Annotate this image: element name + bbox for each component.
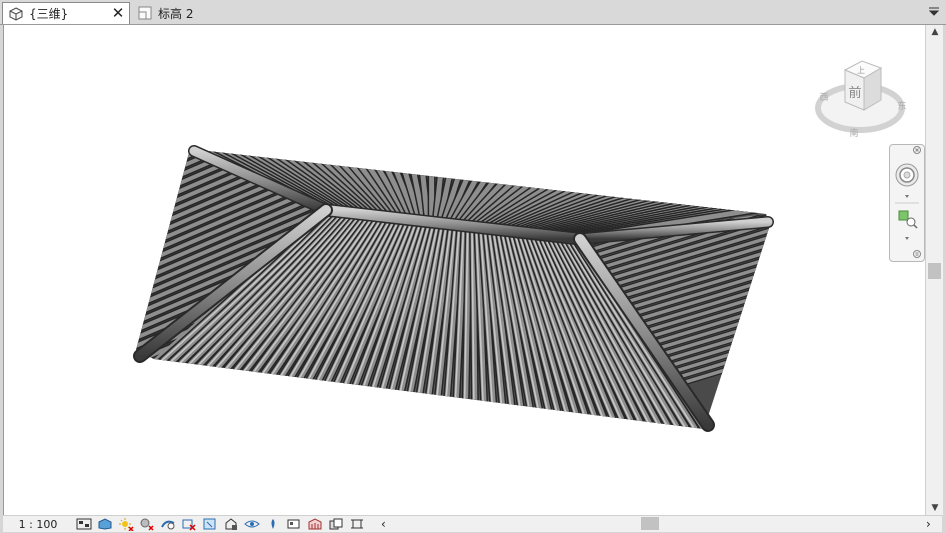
steering-wheel-icon[interactable]	[895, 163, 919, 187]
roof-tile	[564, 125, 794, 195]
analytical-model-icon[interactable]	[304, 517, 325, 531]
scroll-right-icon[interactable]: ›	[926, 516, 936, 532]
compass-west-label: 西	[819, 92, 828, 103]
sun-path-icon[interactable]	[115, 517, 136, 531]
tab-3d-view-label: {三维}	[29, 7, 69, 21]
3d-view-icon	[8, 6, 24, 22]
visual-style-icon[interactable]	[94, 517, 115, 531]
viewcube-top-label: 上	[857, 66, 865, 75]
roof-tile	[564, 132, 794, 202]
vertical-scrollbar[interactable]: ▲ ▼	[925, 25, 943, 515]
view-control-bar: 1 : 100 ‹ ›	[3, 515, 942, 532]
zoom-region-icon[interactable]	[898, 210, 918, 229]
show-crop-region-icon[interactable]	[199, 517, 220, 531]
close-icon[interactable]: ✕	[110, 5, 126, 21]
reveal-hidden-icon[interactable]	[262, 517, 283, 531]
tab-level-2[interactable]: 标高 2	[132, 2, 252, 24]
vertical-scroll-thumb[interactable]	[928, 263, 941, 279]
scroll-left-icon[interactable]: ‹	[381, 516, 391, 532]
3d-viewport[interactable]	[3, 25, 925, 515]
viewcube-front-label: 前	[848, 85, 861, 101]
chevron-down-icon[interactable]	[928, 5, 940, 17]
compass-east-label: 东	[897, 100, 906, 112]
tab-3d-view[interactable]: {三维} ✕	[2, 2, 130, 24]
navbar-options-icon[interactable]	[913, 250, 921, 258]
view-tab-bar: {三维} ✕ 标高 2	[0, 0, 946, 25]
detail-level-icon[interactable]	[73, 517, 94, 531]
chevron-down-icon[interactable]	[905, 195, 909, 198]
scroll-down-icon[interactable]: ▼	[930, 503, 940, 513]
crop-view-icon[interactable]	[178, 517, 199, 531]
roof-tile	[564, 132, 794, 202]
reveal-constraints-icon[interactable]	[346, 517, 367, 531]
chevron-down-icon[interactable]	[905, 237, 909, 240]
temporary-view-properties-icon[interactable]	[283, 517, 304, 531]
highlight-displacement-icon[interactable]	[325, 517, 346, 531]
view-cube[interactable]: 上 前 西 东 南	[814, 56, 914, 146]
view-scale[interactable]: 1 : 100	[3, 518, 73, 531]
floor-plan-icon	[137, 5, 153, 21]
compass-south-label: 南	[849, 127, 858, 139]
temporary-hide-icon[interactable]	[241, 517, 262, 531]
lock-3d-view-icon[interactable]	[220, 517, 241, 531]
close-navbar-icon[interactable]	[913, 146, 921, 154]
shadows-icon[interactable]	[136, 517, 157, 531]
horizontal-scroll-thumb[interactable]	[641, 517, 659, 530]
tab-level-2-label: 标高 2	[158, 6, 194, 21]
horizontal-scrollbar[interactable]: ‹ ›	[381, 516, 936, 532]
navigation-bar	[889, 144, 925, 262]
roof-tile	[564, 125, 794, 195]
roof-model	[133, 125, 794, 432]
render-icon[interactable]	[157, 517, 178, 531]
scroll-up-icon[interactable]: ▲	[930, 27, 940, 37]
